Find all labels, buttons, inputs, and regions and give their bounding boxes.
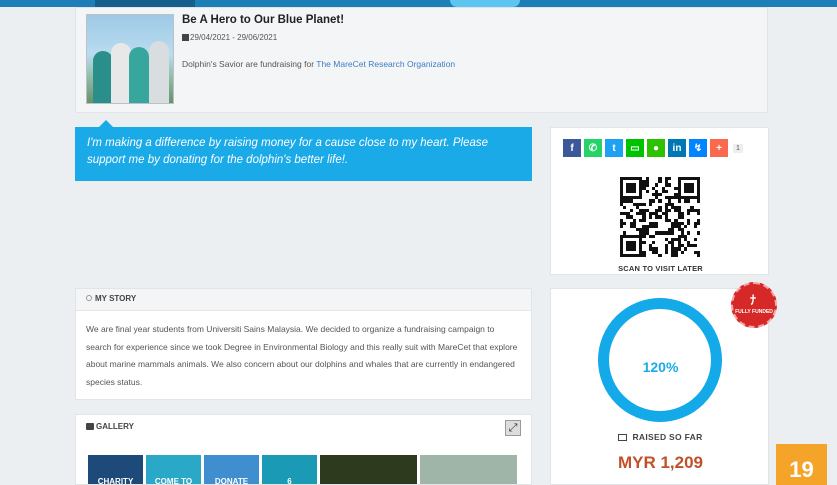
twitter-share-icon[interactable]: t	[605, 139, 623, 157]
supporter-quote: I'm making a difference by raising money…	[75, 120, 532, 181]
top-nav-bar	[0, 0, 837, 7]
linkedin-share-icon[interactable]: in	[668, 139, 686, 157]
line-share-icon[interactable]: ▭	[626, 139, 644, 157]
qr-code	[620, 177, 700, 257]
share-buttons: f ✆ t ▭ ● in ↯ +1	[563, 139, 743, 157]
qr-label: SCAN TO VISIT LATER	[618, 264, 703, 273]
raised-label-text: RAISED SO FAR	[632, 432, 703, 442]
gallery-heading: GALLERY	[96, 422, 134, 431]
gallery-thumbnail[interactable]: COME TO	[146, 455, 201, 484]
campaign-title: Be A Hero to Our Blue Planet!	[182, 14, 345, 26]
active-nav-tab[interactable]	[95, 0, 195, 7]
campaign-dates: 29/04/2021 - 29/06/2021	[182, 33, 277, 42]
gallery-thumbnail[interactable]: 6	[262, 455, 317, 484]
gallery-header: GALLERY	[76, 415, 531, 440]
nav-accent	[450, 0, 520, 7]
corner-tile: 19	[776, 444, 827, 485]
fundraiser-prefix: Dolphin's Savior are fundraising for	[182, 59, 315, 69]
raised-amount: MYR 1,209	[617, 453, 704, 472]
calendar-icon	[182, 34, 189, 41]
gallery-thumbnail[interactable]: CHARITY	[88, 455, 143, 484]
fundraiser-line: Dolphin's Savior are fundraising for The…	[182, 59, 455, 69]
story-card: MY STORY We are final year students from…	[75, 288, 532, 400]
location-pin-icon	[86, 295, 92, 301]
runner-icon: ﾅ	[750, 293, 757, 307]
progress-percent: 120%	[642, 359, 679, 375]
campaign-date-range: 29/04/2021 - 29/06/2021	[190, 33, 278, 42]
raised-label: RAISED SO FAR	[551, 432, 770, 442]
gallery-card: GALLERY ⤢ CHARITY COME TO DONATE 6	[75, 414, 532, 485]
expand-icon[interactable]: ⤢	[505, 420, 521, 436]
messenger-share-icon[interactable]: ↯	[689, 139, 707, 157]
story-header: MY STORY	[76, 289, 531, 311]
badge-text: FULLY FUNDED	[735, 309, 773, 315]
gallery-thumbnail[interactable]: DONATE	[204, 455, 259, 484]
gallery-thumbnails: CHARITY COME TO DONATE 6	[88, 455, 517, 484]
whatsapp-share-icon[interactable]: ✆	[584, 139, 602, 157]
wechat-share-icon[interactable]: ●	[647, 139, 665, 157]
fully-funded-badge: ﾅ FULLY FUNDED	[731, 282, 777, 328]
addthis-share-icon[interactable]: +	[710, 139, 728, 157]
organization-link[interactable]: The MareCet Research Organization	[316, 59, 455, 69]
story-text: We are final year students from Universi…	[86, 324, 518, 387]
share-count: 1	[733, 143, 743, 153]
campaign-header-card: Be A Hero to Our Blue Planet! 29/04/2021…	[75, 7, 768, 113]
share-card: f ✆ t ▭ ● in ↯ +1 SCAN TO VISIT LATER	[550, 127, 769, 275]
camera-icon	[86, 423, 94, 430]
campaign-photo	[86, 14, 174, 104]
gallery-thumbnail[interactable]	[420, 455, 517, 484]
gallery-thumbnail[interactable]	[320, 455, 417, 484]
monitor-icon	[618, 434, 628, 441]
story-heading: MY STORY	[95, 294, 137, 303]
facebook-share-icon[interactable]: f	[563, 139, 581, 157]
